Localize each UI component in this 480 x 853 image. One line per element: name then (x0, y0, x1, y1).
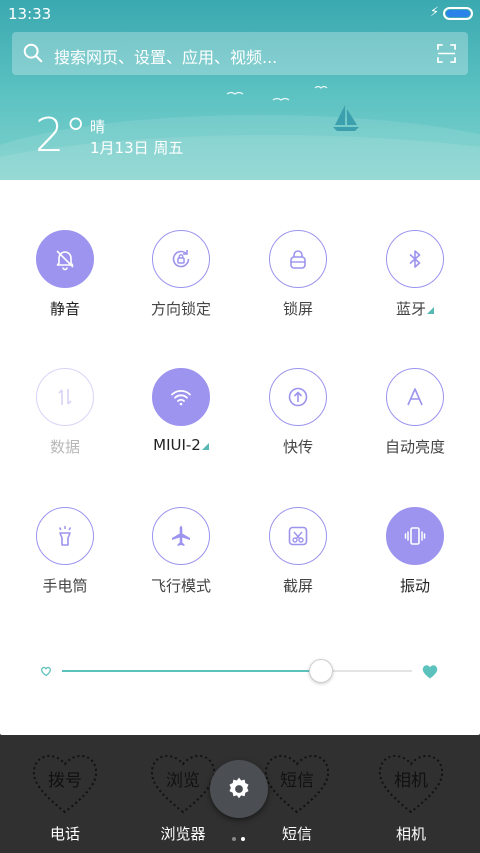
tile-label: 振动 (399, 577, 430, 595)
flashlight-icon (58, 526, 72, 546)
tile-label: 蓝牙 (355, 298, 475, 319)
page-dot (232, 837, 236, 841)
status-bar: 13:33 ⚡ (0, 0, 480, 28)
tile-circle (269, 368, 327, 426)
more-options-indicator (201, 443, 209, 450)
lock-icon (290, 250, 306, 269)
search-placeholder: 搜索网页、设置、应用、视频... (54, 48, 278, 67)
battery-icon (443, 7, 473, 20)
brightness-fill (62, 670, 321, 672)
tile-circle (152, 507, 210, 565)
tile-silent[interactable]: 静音 (15, 230, 115, 340)
tile-circle (386, 230, 444, 288)
quick-settings-panel: 静音 方向锁定 锁屏 蓝牙 数据 MIUI-2 快传 自动亮度 手电筒 飞行模式… (0, 180, 480, 735)
svg-text:拨号: 拨号 (48, 771, 82, 791)
page-dot-active (241, 837, 245, 841)
weather-temperature: 2° (35, 108, 88, 162)
tile-label: 方向锁定 (150, 300, 211, 318)
brightness-low-icon (41, 666, 51, 677)
search-icon (23, 43, 43, 63)
tile-circle (36, 230, 94, 288)
dock-app-camera[interactable]: 相机 相机 (356, 735, 456, 853)
tile-rotation-lock[interactable]: 方向锁定 (131, 230, 231, 340)
data-arrows-icon (58, 389, 72, 405)
tile-circle (269, 507, 327, 565)
page-indicator (232, 826, 250, 845)
sailboat-icon (333, 105, 359, 131)
phone-app-icon: 拨号 (32, 755, 98, 814)
svg-text:浏览: 浏览 (166, 771, 200, 791)
wifi-icon (171, 390, 191, 406)
tile-bluetooth[interactable]: 蓝牙 (365, 230, 465, 340)
scan-icon[interactable] (437, 44, 456, 63)
vibrate-icon (404, 527, 426, 545)
app-label: 短信 (281, 825, 312, 843)
tile-circle (152, 368, 210, 426)
header-background: 13:33 ⚡ 搜索网页、设置、应用、视频... 2° 晴 1月13日 周五 (0, 0, 480, 180)
dock-app-phone[interactable]: 拨号 电话 (10, 735, 110, 853)
tile-circle (269, 230, 327, 288)
birds-decoration (226, 85, 328, 101)
tile-circle (36, 507, 94, 565)
tile-lock-screen[interactable]: 锁屏 (248, 230, 348, 340)
tile-auto-brightness[interactable]: 自动亮度 (365, 368, 465, 478)
app-label: 电话 (49, 825, 80, 843)
tile-label: 快传 (282, 438, 313, 456)
tile-label: MIUI-2 (121, 436, 241, 454)
tile-mobile-data[interactable]: 数据 (15, 368, 115, 478)
brightness-track[interactable] (62, 659, 412, 683)
brightness-slider[interactable] (40, 658, 440, 684)
search-bar[interactable]: 搜索网页、设置、应用、视频... (12, 32, 468, 75)
app-label: 浏览器 (160, 825, 206, 843)
tile-label: 自动亮度 (384, 438, 445, 456)
settings-button[interactable] (210, 760, 268, 818)
tile-airplane-mode[interactable]: 飞行模式 (131, 507, 231, 617)
tile-circle (386, 507, 444, 565)
tile-circle (36, 368, 94, 426)
weather-date: 1月13日 周五 (90, 139, 184, 157)
svg-text:短信: 短信 (280, 771, 314, 791)
silent-bell-icon (56, 250, 74, 271)
tile-label: 静音 (49, 300, 80, 318)
tile-vibrate[interactable]: 振动 (365, 507, 465, 617)
weather-condition: 晴 (90, 118, 106, 136)
tile-circle (152, 230, 210, 288)
tile-circle (386, 368, 444, 426)
rotation-lock-icon (172, 250, 190, 268)
tile-flashlight[interactable]: 手电筒 (15, 507, 115, 617)
gear-icon (229, 777, 249, 799)
app-label: 相机 (395, 825, 426, 843)
more-options-indicator (427, 307, 434, 314)
auto-brightness-icon (407, 388, 423, 406)
camera-app-icon: 相机 (378, 755, 444, 814)
tile-label: 数据 (49, 438, 80, 456)
bluetooth-icon (409, 250, 421, 268)
tile-label: 截屏 (282, 577, 313, 595)
tile-wifi[interactable]: MIUI-2 (131, 368, 231, 478)
charging-icon: ⚡ (430, 5, 440, 20)
messages-app-icon: 短信 (264, 755, 330, 814)
screenshot-icon (288, 526, 308, 546)
upload-icon (288, 387, 308, 407)
airplane-icon (172, 526, 190, 546)
brightness-high-icon (422, 665, 438, 679)
tile-quick-share[interactable]: 快传 (248, 368, 348, 478)
tile-label: 飞行模式 (150, 577, 211, 595)
svg-text:相机: 相机 (394, 771, 428, 791)
tile-label: 手电筒 (42, 577, 88, 595)
status-time: 13:33 (8, 5, 52, 23)
tile-label: 锁屏 (282, 300, 313, 318)
brightness-thumb[interactable] (309, 659, 333, 683)
tile-screenshot[interactable]: 截屏 (248, 507, 348, 617)
